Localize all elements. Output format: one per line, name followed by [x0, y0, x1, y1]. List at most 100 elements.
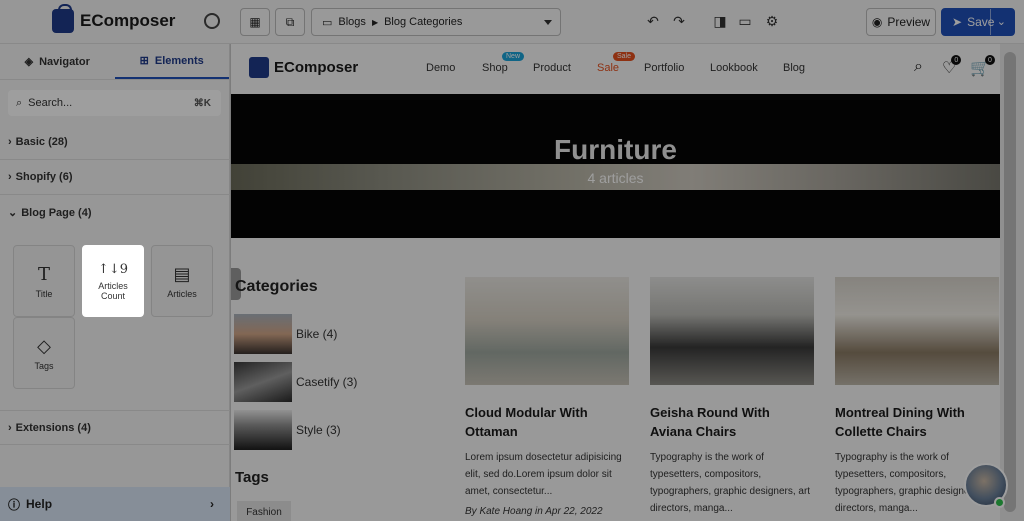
sidebar-tabs: ◈ Navigator ⊞ Elements: [0, 44, 229, 80]
section-blog-page[interactable]: ⌄ Blog Page (4): [0, 195, 230, 230]
category-thumbnail: [234, 314, 292, 354]
hero-articles-count: 4 articles: [587, 170, 644, 186]
breadcrumb-arrow-icon: ▶: [371, 17, 379, 27]
nav-demo[interactable]: Demo: [426, 62, 455, 74]
article-image[interactable]: [465, 277, 629, 385]
page-canvas: EComposer Demo Shop New Product Sale Sal…: [231, 44, 1000, 521]
site-logo-bag-icon: [249, 57, 269, 78]
section-basic-label: Basic (28): [15, 136, 68, 148]
history-icon[interactable]: [204, 13, 220, 29]
article-meta: By Kate Hoang in Apr 22, 2022: [465, 506, 603, 517]
section-shopify[interactable]: › Shopify (6): [0, 160, 230, 195]
save-split-divider: [990, 9, 991, 35]
scrollbar-thumb[interactable]: [1004, 52, 1016, 512]
element-articles-count-label: Articles Count: [98, 280, 128, 301]
article-image[interactable]: [650, 277, 814, 385]
section-extensions[interactable]: › Extensions (4): [0, 410, 230, 445]
nav-badge-sale: Sale: [613, 52, 636, 61]
article-image[interactable]: [835, 277, 999, 385]
article-card[interactable]: Geisha Round With Aviana Chairs Typograp…: [650, 277, 814, 517]
page-selector-page: Blog Categories: [384, 16, 463, 28]
nav-portfolio[interactable]: Portfolio: [644, 62, 684, 74]
element-title[interactable]: T Title: [13, 245, 75, 317]
help-bar[interactable]: ⓘ Help ›: [0, 487, 230, 521]
preview-label: Preview: [887, 15, 931, 29]
tag-chip[interactable]: Fashion: [237, 501, 291, 521]
app-logo[interactable]: EComposer: [52, 4, 176, 33]
element-title-label: Title: [35, 288, 53, 299]
categories-heading: Categories: [235, 278, 318, 295]
app-logo-text: EComposer: [80, 11, 176, 30]
chevron-right-icon: ›: [210, 497, 214, 511]
desktop-view-icon[interactable]: ▭: [736, 12, 754, 30]
nav-sale[interactable]: Sale Sale: [597, 52, 636, 74]
save-options-chevron-icon[interactable]: ⌄: [997, 15, 1006, 28]
section-extensions-label: Extensions (4): [15, 421, 91, 434]
page-icon: ▭: [322, 16, 333, 29]
element-tags[interactable]: ◇ Tags: [13, 317, 75, 389]
site-logo[interactable]: EComposer: [249, 57, 358, 78]
section-basic[interactable]: › Basic (28): [0, 125, 230, 160]
article-title[interactable]: Montreal Dining With Collette Chairs: [835, 403, 999, 441]
nav-product[interactable]: Product: [533, 62, 571, 74]
cart-count: 0: [984, 55, 995, 65]
search-shortcut-hint: ⌘K: [193, 97, 211, 109]
newspaper-icon: ▤: [173, 263, 191, 285]
elements-grid-icon: ⊞: [139, 55, 149, 67]
tab-elements[interactable]: ⊞ Elements: [114, 44, 229, 79]
canvas-scrollbar[interactable]: [1000, 44, 1024, 521]
tab-navigator[interactable]: ◈ Navigator: [0, 44, 115, 79]
element-articles[interactable]: ▤ Articles: [151, 245, 213, 317]
category-label: Style (3): [296, 423, 341, 437]
cart-icon[interactable]: 🛒 0: [970, 55, 995, 78]
nav-shop-label: Shop: [482, 62, 508, 74]
section-blog-page-label: Blog Page (4): [21, 206, 92, 219]
nav-shop[interactable]: Shop New: [482, 52, 525, 74]
nav-sale-label: Sale: [597, 62, 620, 74]
section-shopify-label: Shopify (6): [15, 171, 73, 183]
redo-icon[interactable]: ↷: [670, 12, 688, 30]
category-thumbnail: [234, 410, 292, 450]
category-item[interactable]: Style (3): [234, 410, 341, 450]
hero-title: Furniture: [554, 134, 677, 165]
sort-count-icon: ↑↓9: [97, 261, 129, 277]
article-card[interactable]: Cloud Modular With Ottaman Lorem ipsum d…: [465, 277, 629, 517]
elements-sidebar: ◈ Navigator ⊞ Elements ⌕ Search... ⌘K › …: [0, 44, 230, 521]
preview-button[interactable]: ◉ Preview: [866, 8, 936, 36]
settings-gear-icon[interactable]: ⚙: [763, 12, 781, 30]
undo-icon[interactable]: ↶: [644, 12, 662, 30]
page-selector-blog: Blogs: [338, 16, 366, 28]
article-title[interactable]: Geisha Round With Aviana Chairs: [650, 403, 814, 441]
category-item[interactable]: Casetify (3): [234, 362, 357, 402]
element-search-input[interactable]: ⌕ Search... ⌘K: [8, 90, 221, 116]
search-icon[interactable]: ⌕: [914, 58, 923, 76]
chevron-down-icon: [544, 20, 552, 25]
article-excerpt: Typography is the work of typesetters, c…: [650, 452, 811, 514]
blog-hero-banner: Furniture 4 articles: [231, 94, 1000, 238]
online-status-dot: [994, 497, 1005, 508]
search-placeholder: Search...: [28, 97, 73, 109]
page-selector-dropdown[interactable]: ▭ Blogs ▶ Blog Categories: [311, 8, 561, 36]
layers-icon: ◈: [24, 56, 34, 68]
article-title[interactable]: Cloud Modular With Ottaman: [465, 403, 629, 441]
wishlist-heart-icon[interactable]: ♡ 0: [942, 55, 962, 78]
layout-grid-button[interactable]: ▦: [240, 8, 270, 36]
element-articles-count[interactable]: ↑↓9 Articles Count: [82, 245, 144, 317]
wishlist-count: 0: [951, 55, 962, 65]
sidebar-toggle-icon[interactable]: ◨: [711, 12, 729, 30]
save-button[interactable]: ➤ Save ⌄: [941, 8, 1015, 36]
nav-lookbook[interactable]: Lookbook: [710, 62, 758, 74]
nav-badge-new: New: [502, 52, 525, 61]
puzzle-icon: ⧉: [285, 14, 295, 29]
site-logo-text: EComposer: [274, 59, 359, 76]
send-icon: ➤: [952, 15, 963, 29]
tag-icon: ◇: [37, 335, 51, 357]
tags-heading: Tags: [235, 469, 269, 486]
chevron-right-icon: ›: [8, 421, 12, 434]
search-icon: ⌕: [16, 96, 23, 109]
nav-blog[interactable]: Blog: [783, 62, 805, 74]
extensions-button[interactable]: ⧉: [275, 8, 305, 36]
chevron-down-icon: ⌄: [8, 207, 18, 219]
article-excerpt: Lorem ipsum dosectetur adipisicing elit,…: [465, 452, 622, 497]
category-item[interactable]: Bike (4): [234, 314, 337, 354]
